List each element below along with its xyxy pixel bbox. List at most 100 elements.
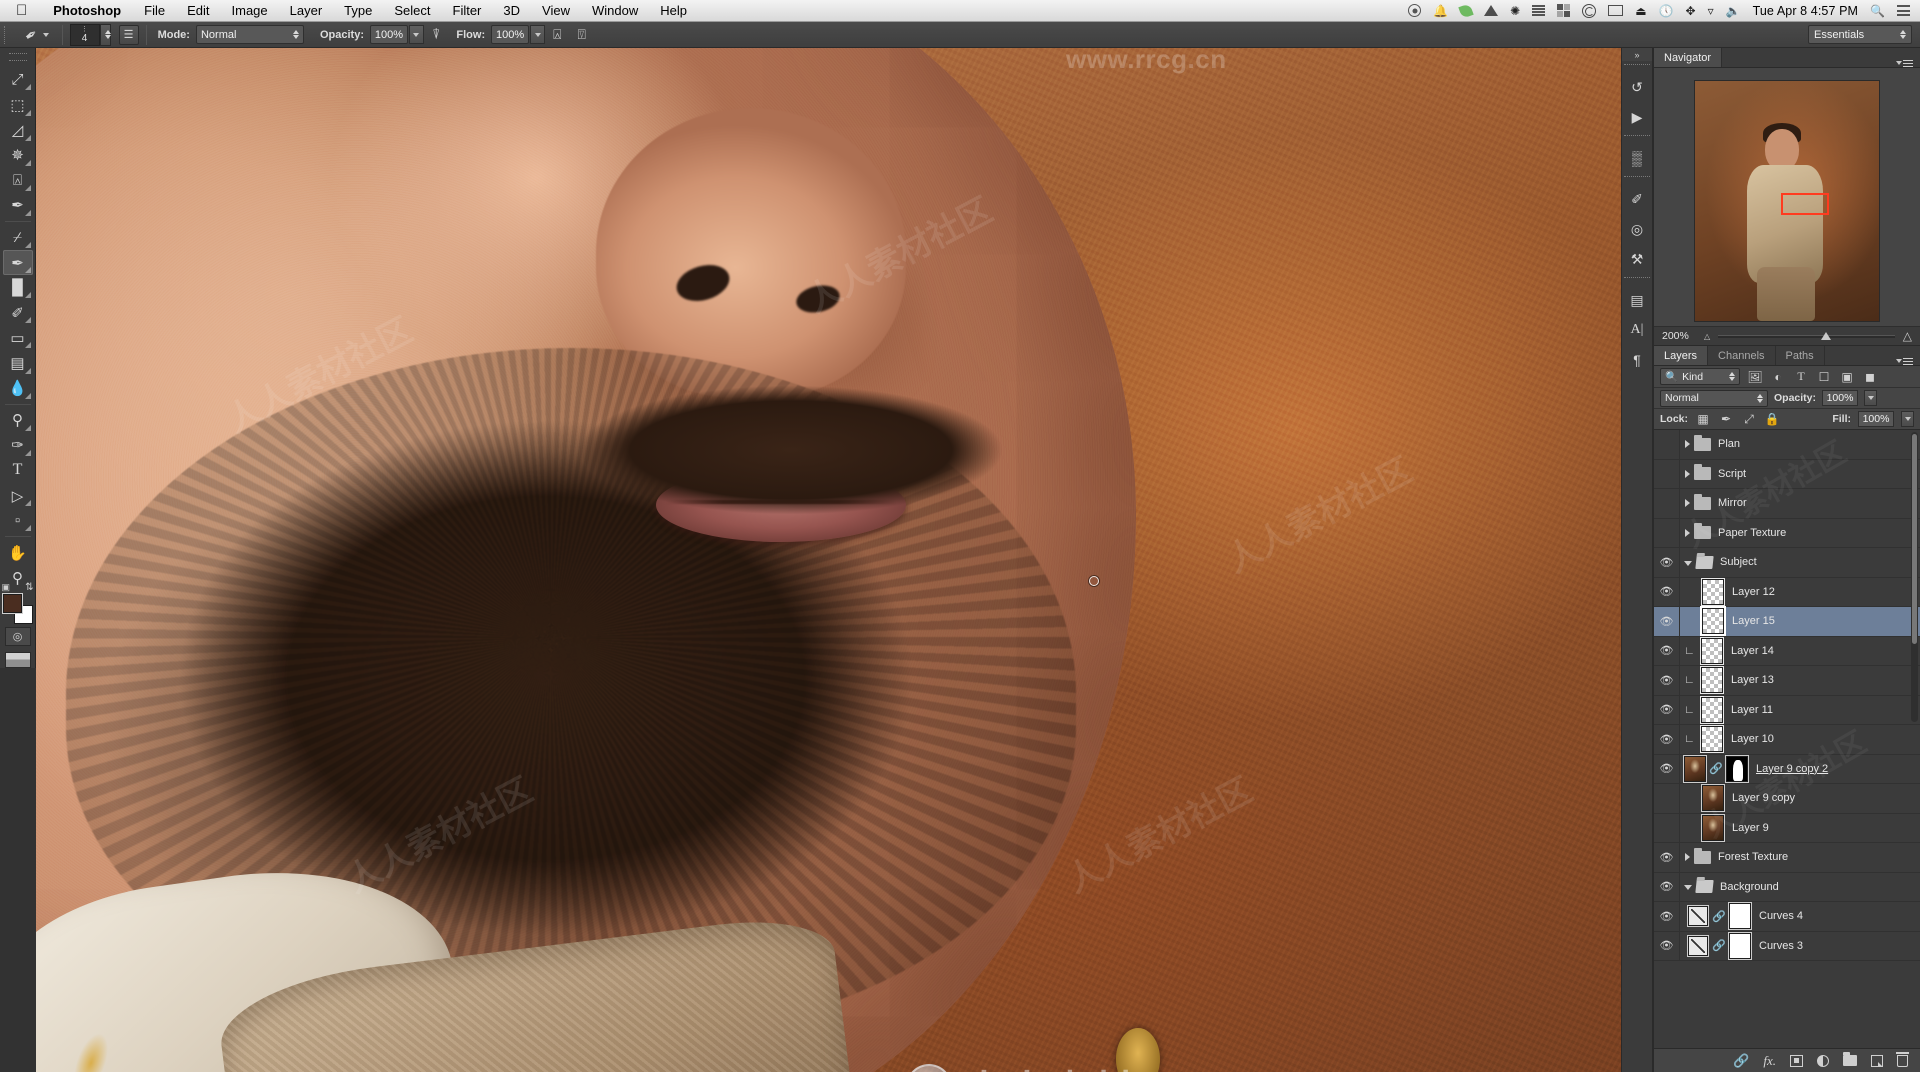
table-row[interactable]: Script [1654, 459, 1920, 489]
table-row[interactable]: 👁 Forest Texture [1654, 843, 1920, 873]
shape-filter-icon[interactable]: ☐ [1816, 370, 1832, 384]
table-row[interactable]: 👁 🔗 Curves 4 [1654, 902, 1920, 932]
spot-healing-brush-tool[interactable]: ⌿ [3, 225, 33, 250]
screen-mode-icon[interactable] [4, 651, 31, 668]
chevron-right-icon[interactable] [1685, 499, 1690, 508]
chevron-right-icon[interactable] [1685, 440, 1690, 449]
menu-view[interactable]: View [531, 3, 581, 18]
layer-name[interactable]: Background [1720, 881, 1779, 893]
layer-name[interactable]: Layer 11 [1731, 704, 1773, 716]
canvas-area[interactable]: www.rrcg.cn 人人素材社区 人人素材社区 人人素材社区 人人素材社区 … [36, 48, 1653, 1072]
layer-blend-mode-select[interactable]: Normal [1660, 389, 1768, 407]
rail-grip-3[interactable] [1624, 176, 1650, 183]
mask-link-icon[interactable]: 🔗 [1712, 910, 1726, 923]
table-row[interactable]: Layer 9 copy [1654, 784, 1920, 814]
table-row[interactable]: 👁 Layer 15 [1654, 607, 1920, 637]
history-icon[interactable]: ↺ [1622, 72, 1652, 102]
blur-tool[interactable]: 💧 [3, 376, 33, 401]
lock-transparency-icon[interactable]: ▦ [1695, 412, 1711, 426]
table-row[interactable]: 👁 🔗 Layer 9 copy 2 [1654, 754, 1920, 784]
opacity-dropdown-button[interactable] [408, 25, 424, 44]
table-row[interactable]: Plan [1654, 430, 1920, 460]
layer-name[interactable]: Plan [1718, 438, 1740, 450]
chevron-right-icon[interactable] [1685, 528, 1690, 537]
layer-thumbnail[interactable] [1684, 755, 1706, 782]
layer-mask-thumbnail[interactable] [1726, 755, 1748, 782]
layers-panel-menu-icon[interactable] [1896, 357, 1920, 365]
paragraph-icon[interactable]: ¶ [1622, 345, 1652, 375]
tab-paths[interactable]: Paths [1775, 346, 1825, 365]
foreground-color-swatch[interactable] [2, 594, 22, 614]
chevron-down-icon[interactable] [1684, 560, 1692, 566]
link-layers-icon[interactable]: 🔗 [1733, 1053, 1749, 1069]
lock-position-icon[interactable]: ⤢ [1741, 412, 1757, 427]
tab-channels[interactable]: Channels [1708, 346, 1776, 365]
layer-visibility-toggle[interactable]: 👁 [1654, 843, 1680, 872]
menu-help[interactable]: Help [649, 3, 698, 18]
layer-name[interactable]: Layer 9 [1732, 822, 1769, 834]
adjustments-icon[interactable]: ▤ [1622, 285, 1652, 315]
adjustment-filter-icon[interactable]: ◐ [1770, 370, 1786, 384]
type-filter-icon[interactable]: T [1793, 369, 1809, 384]
type-tool[interactable]: T [3, 458, 33, 483]
zoom-out-icon[interactable]: △ [1704, 332, 1710, 341]
new-layer-icon[interactable] [1871, 1054, 1883, 1067]
leaf-icon[interactable] [1458, 2, 1474, 19]
chevron-down-icon[interactable] [1684, 885, 1692, 891]
flow-dropdown-button[interactable] [530, 25, 546, 44]
layer-visibility-toggle[interactable] [1654, 489, 1680, 518]
creative-cloud-icon[interactable] [1582, 3, 1597, 18]
lasso-tool[interactable]: ◿ [3, 118, 33, 143]
layer-visibility-toggle[interactable]: 👁 [1654, 931, 1680, 960]
layer-name[interactable]: Layer 10 [1731, 733, 1774, 745]
layer-name[interactable]: Paper Texture [1718, 527, 1786, 539]
eraser-tool[interactable]: ▭ [3, 325, 33, 350]
adjustment-thumbnail[interactable] [1688, 906, 1708, 927]
eyedropper-tool[interactable]: ✒ [3, 193, 33, 218]
expand-panels-icon[interactable]: » [1622, 48, 1652, 61]
layer-visibility-toggle[interactable]: 👁 [1654, 754, 1680, 783]
layer-name[interactable]: Layer 15 [1732, 615, 1775, 627]
menu-filter[interactable]: Filter [442, 3, 493, 18]
table-row[interactable]: 👁 ∟ Layer 10 [1654, 725, 1920, 755]
table-row[interactable]: Layer 9 [1654, 813, 1920, 843]
layer-filter-kind-select[interactable]: 🔍 Kind [1660, 368, 1740, 385]
layer-thumbnail[interactable] [1702, 785, 1724, 812]
path-selection-tool[interactable]: ▷ [3, 483, 33, 508]
notification-center-icon[interactable] [1897, 5, 1910, 16]
navigator-thumbnail[interactable] [1694, 80, 1880, 322]
layer-thumbnail[interactable] [1702, 814, 1724, 841]
chevron-down-icon[interactable] [42, 32, 49, 37]
chevron-right-icon[interactable] [1685, 853, 1690, 862]
layer-visibility-toggle[interactable]: 👁 [1654, 725, 1680, 754]
lock-all-icon[interactable]: 🔒 [1764, 412, 1780, 426]
table-row[interactable]: 👁 ∟ Layer 13 [1654, 666, 1920, 696]
bluetooth-icon[interactable]: ✥ [1686, 4, 1696, 18]
rail-grip-4[interactable] [1624, 277, 1650, 284]
volume-icon[interactable]: 🔈 [1726, 4, 1741, 18]
history-brush-tool[interactable]: ✐ [3, 300, 33, 325]
layer-visibility-toggle[interactable]: 👁 [1654, 666, 1680, 695]
add-layer-mask-icon[interactable] [1790, 1054, 1803, 1067]
layer-visibility-toggle[interactable]: 👁 [1654, 872, 1680, 901]
layer-mask-thumbnail[interactable] [1729, 903, 1751, 930]
move-tool[interactable]: ⤢ [3, 67, 33, 92]
layer-name[interactable]: Layer 13 [1731, 674, 1774, 686]
table-row[interactable]: Mirror [1654, 489, 1920, 519]
bell-icon[interactable]: 🔔 [1433, 4, 1448, 18]
filter-toggle-icon[interactable]: ◼ [1862, 370, 1878, 384]
menubar-app-name[interactable]: Photoshop [41, 3, 133, 18]
navigator-zoom-value[interactable]: 200% [1662, 330, 1696, 342]
eject-icon[interactable]: ⏏ [1635, 4, 1646, 18]
hand-tool[interactable]: ✋ [3, 540, 33, 565]
layer-fill-dropdown[interactable] [1901, 411, 1914, 427]
layer-name[interactable]: Mirror [1718, 497, 1747, 509]
layer-thumbnail[interactable] [1701, 637, 1723, 664]
layer-name[interactable]: Forest Texture [1718, 851, 1788, 863]
navigator-zoom-handle[interactable] [1820, 331, 1831, 340]
menubar-clock[interactable]: Tue Apr 8 4:57 PM [1753, 4, 1858, 18]
actions-play-icon[interactable]: ▶ [1622, 102, 1652, 132]
layer-name[interactable]: Layer 14 [1731, 645, 1774, 657]
layer-name[interactable]: Layer 12 [1732, 586, 1775, 598]
table-row[interactable]: 👁 Subject [1654, 548, 1920, 578]
